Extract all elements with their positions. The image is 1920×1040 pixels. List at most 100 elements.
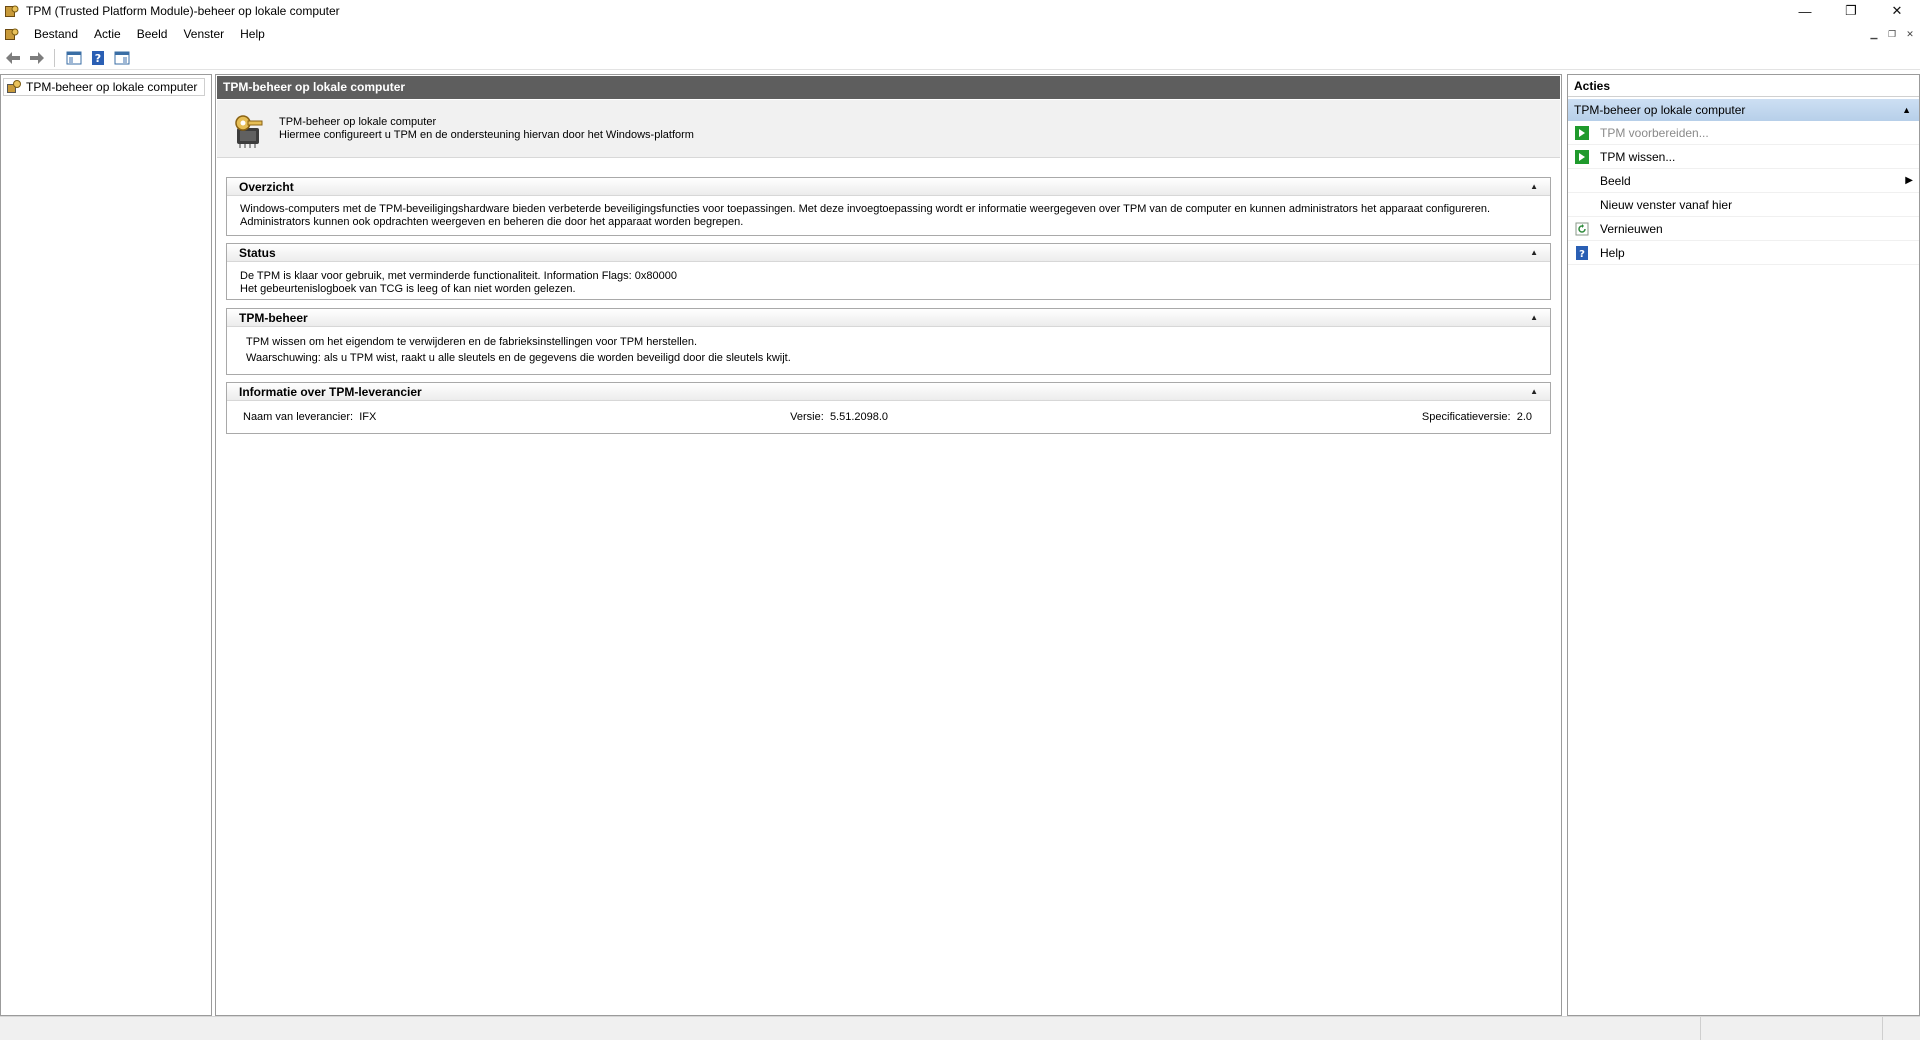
vendor-version: Versie: 5.51.2098.0	[790, 411, 888, 423]
restore-button[interactable]: ❐	[1828, 0, 1874, 22]
forward-button[interactable]	[26, 48, 48, 68]
vendor-version-value: 5.51.2098.0	[829, 411, 889, 423]
actions-group-label: TPM-beheer op lokale computer	[1574, 103, 1746, 117]
mdi-restore-icon[interactable]: ❐	[1884, 26, 1900, 42]
menu-help[interactable]: Help	[232, 22, 273, 46]
status-line-ready: De TPM is klaar voor gebruik, met vermin…	[240, 270, 677, 282]
show-hide-action-pane-button[interactable]	[111, 48, 133, 68]
tpm-management-section: TPM-beheer ▲ TPM wissen om het eigendom …	[226, 308, 1551, 375]
tpm-app-icon	[4, 3, 20, 19]
status-bar	[0, 1016, 1920, 1040]
collapse-caret-icon[interactable]: ▲	[1530, 313, 1538, 322]
toolbar: ?	[0, 46, 1920, 70]
window-title: TPM (Trusted Platform Module)-beheer op …	[26, 4, 340, 18]
action-pane-icon	[114, 51, 130, 64]
overview-header[interactable]: Overzicht ▲	[227, 178, 1550, 196]
action-new-window[interactable]: Nieuw venster vanaf hier	[1568, 193, 1919, 217]
action-label: Help	[1600, 245, 1625, 260]
help-toolbar-button[interactable]: ?	[87, 48, 109, 68]
collapse-caret-icon[interactable]: ▲	[1530, 182, 1538, 191]
mdi-close-icon[interactable]: ✕	[1902, 26, 1918, 42]
action-label: Beeld	[1600, 173, 1631, 188]
blank-icon	[1574, 197, 1590, 213]
action-help[interactable]: ? Help	[1568, 241, 1919, 265]
action-clear-tpm[interactable]: TPM wissen...	[1568, 145, 1919, 169]
back-button[interactable]	[2, 48, 24, 68]
console-tree-pane: TPM-beheer op lokale computer	[0, 74, 212, 1016]
tpm-management-body: TPM wissen om het eigendom te verwijdere…	[227, 327, 1550, 372]
status-bar-segment	[1882, 1017, 1883, 1040]
action-label: TPM wissen...	[1600, 149, 1676, 164]
menu-venster[interactable]: Venster	[175, 22, 232, 46]
vendor-info-row: Naam van leverancier: IFX Versie: 5.51.2…	[227, 401, 1550, 431]
action-refresh[interactable]: Vernieuwen	[1568, 217, 1919, 241]
minimize-button[interactable]: —	[1782, 0, 1828, 22]
status-bar-segment	[1700, 1017, 1701, 1040]
back-arrow-icon	[6, 51, 20, 64]
system-menu-icon[interactable]	[4, 26, 20, 42]
vendor-info-section: Informatie over TPM-leverancier ▲ Naam v…	[226, 382, 1551, 434]
svg-text:?: ?	[1579, 249, 1585, 260]
mdi-minimize-icon[interactable]: ▁	[1866, 26, 1882, 42]
intro-title: TPM-beheer op lokale computer	[279, 116, 437, 128]
actions-group-header[interactable]: TPM-beheer op lokale computer ▲	[1568, 99, 1919, 121]
vendor-info-heading: Informatie over TPM-leverancier	[239, 384, 422, 399]
vendor-name: Naam van leverancier: IFX	[243, 411, 376, 423]
overview-heading: Overzicht	[239, 179, 294, 194]
intro-description: Hiermee configureert u TPM en de onderst…	[279, 129, 694, 141]
help-icon: ?	[1574, 245, 1590, 261]
action-label: Nieuw venster vanaf hier	[1600, 197, 1733, 212]
actions-heading: Acties	[1568, 75, 1919, 97]
tpm-clear-info: TPM wissen om het eigendom te verwijdere…	[246, 336, 698, 348]
action-label: Vernieuwen	[1600, 221, 1663, 236]
help-icon: ?	[92, 50, 104, 65]
tpm-snapin-icon	[7, 80, 21, 93]
tree-item-tpm-management[interactable]: TPM-beheer op lokale computer	[3, 78, 205, 96]
results-pane: TPM-beheer op lokale computer TPM-beheer…	[215, 74, 1562, 1016]
status-header[interactable]: Status ▲	[227, 244, 1550, 262]
green-arrow-icon	[1574, 125, 1590, 141]
tpm-management-header[interactable]: TPM-beheer ▲	[227, 309, 1550, 327]
status-line-eventlog: Het gebeurtenislogboek van TCG is leeg o…	[240, 283, 576, 295]
refresh-icon	[1574, 221, 1590, 237]
show-hide-console-tree-button[interactable]	[63, 48, 85, 68]
console-tree-icon	[66, 51, 82, 64]
status-body: De TPM is klaar voor gebruik, met vermin…	[227, 262, 1550, 302]
tpm-clear-warning: Waarschuwing: als u TPM wist, raakt u al…	[246, 352, 791, 364]
snapin-intro: TPM-beheer op lokale computer Hiermee co…	[217, 100, 1560, 158]
blank-icon	[1574, 173, 1590, 189]
status-heading: Status	[239, 245, 276, 260]
title-bar: TPM (Trusted Platform Module)-beheer op …	[0, 0, 1920, 22]
vendor-version-label: Versie:	[790, 411, 824, 423]
menu-beeld[interactable]: Beeld	[129, 22, 176, 46]
forward-arrow-icon	[30, 51, 44, 64]
tpm-management-heading: TPM-beheer	[239, 310, 308, 325]
menu-actie[interactable]: Actie	[86, 22, 129, 46]
action-label: TPM voorbereiden...	[1600, 125, 1709, 140]
submenu-arrow-icon: ▶	[1905, 175, 1913, 186]
collapse-caret-icon[interactable]: ▲	[1530, 248, 1538, 257]
tree-item-label: TPM-beheer op lokale computer	[26, 80, 198, 94]
menu-bestand[interactable]: Bestand	[26, 22, 86, 46]
overview-section: Overzicht ▲ Windows-computers met de TPM…	[226, 177, 1551, 236]
svg-text:?: ?	[95, 52, 101, 65]
vendor-info-header[interactable]: Informatie over TPM-leverancier ▲	[227, 383, 1550, 401]
overview-text: Windows-computers met de TPM-beveiliging…	[240, 203, 1491, 228]
menu-bar: Bestand Actie Beeld Venster Help ▁ ❐ ✕	[0, 22, 1920, 46]
vendor-name-value: IFX	[359, 411, 377, 423]
actions-pane: Acties TPM-beheer op lokale computer ▲ T…	[1567, 74, 1920, 1016]
tpm-chip-key-icon	[229, 112, 269, 152]
status-section: Status ▲ De TPM is klaar voor gebruik, m…	[226, 243, 1551, 300]
vendor-spec-version: Specificatieversie: 2.0	[1422, 411, 1532, 423]
spec-version-value: 2.0	[1516, 411, 1532, 423]
vendor-name-label: Naam van leverancier:	[243, 411, 354, 423]
action-prepare-tpm[interactable]: TPM voorbereiden...	[1568, 121, 1919, 145]
collapse-caret-icon[interactable]: ▲	[1530, 387, 1538, 396]
green-arrow-icon	[1574, 149, 1590, 165]
close-button[interactable]: ✕	[1874, 0, 1920, 22]
spec-version-label: Specificatieversie:	[1421, 411, 1511, 423]
toolbar-separator	[54, 48, 55, 67]
action-view[interactable]: Beeld ▶	[1568, 169, 1919, 193]
results-pane-header: TPM-beheer op lokale computer	[217, 76, 1560, 99]
collapse-caret-icon[interactable]: ▲	[1902, 99, 1911, 121]
